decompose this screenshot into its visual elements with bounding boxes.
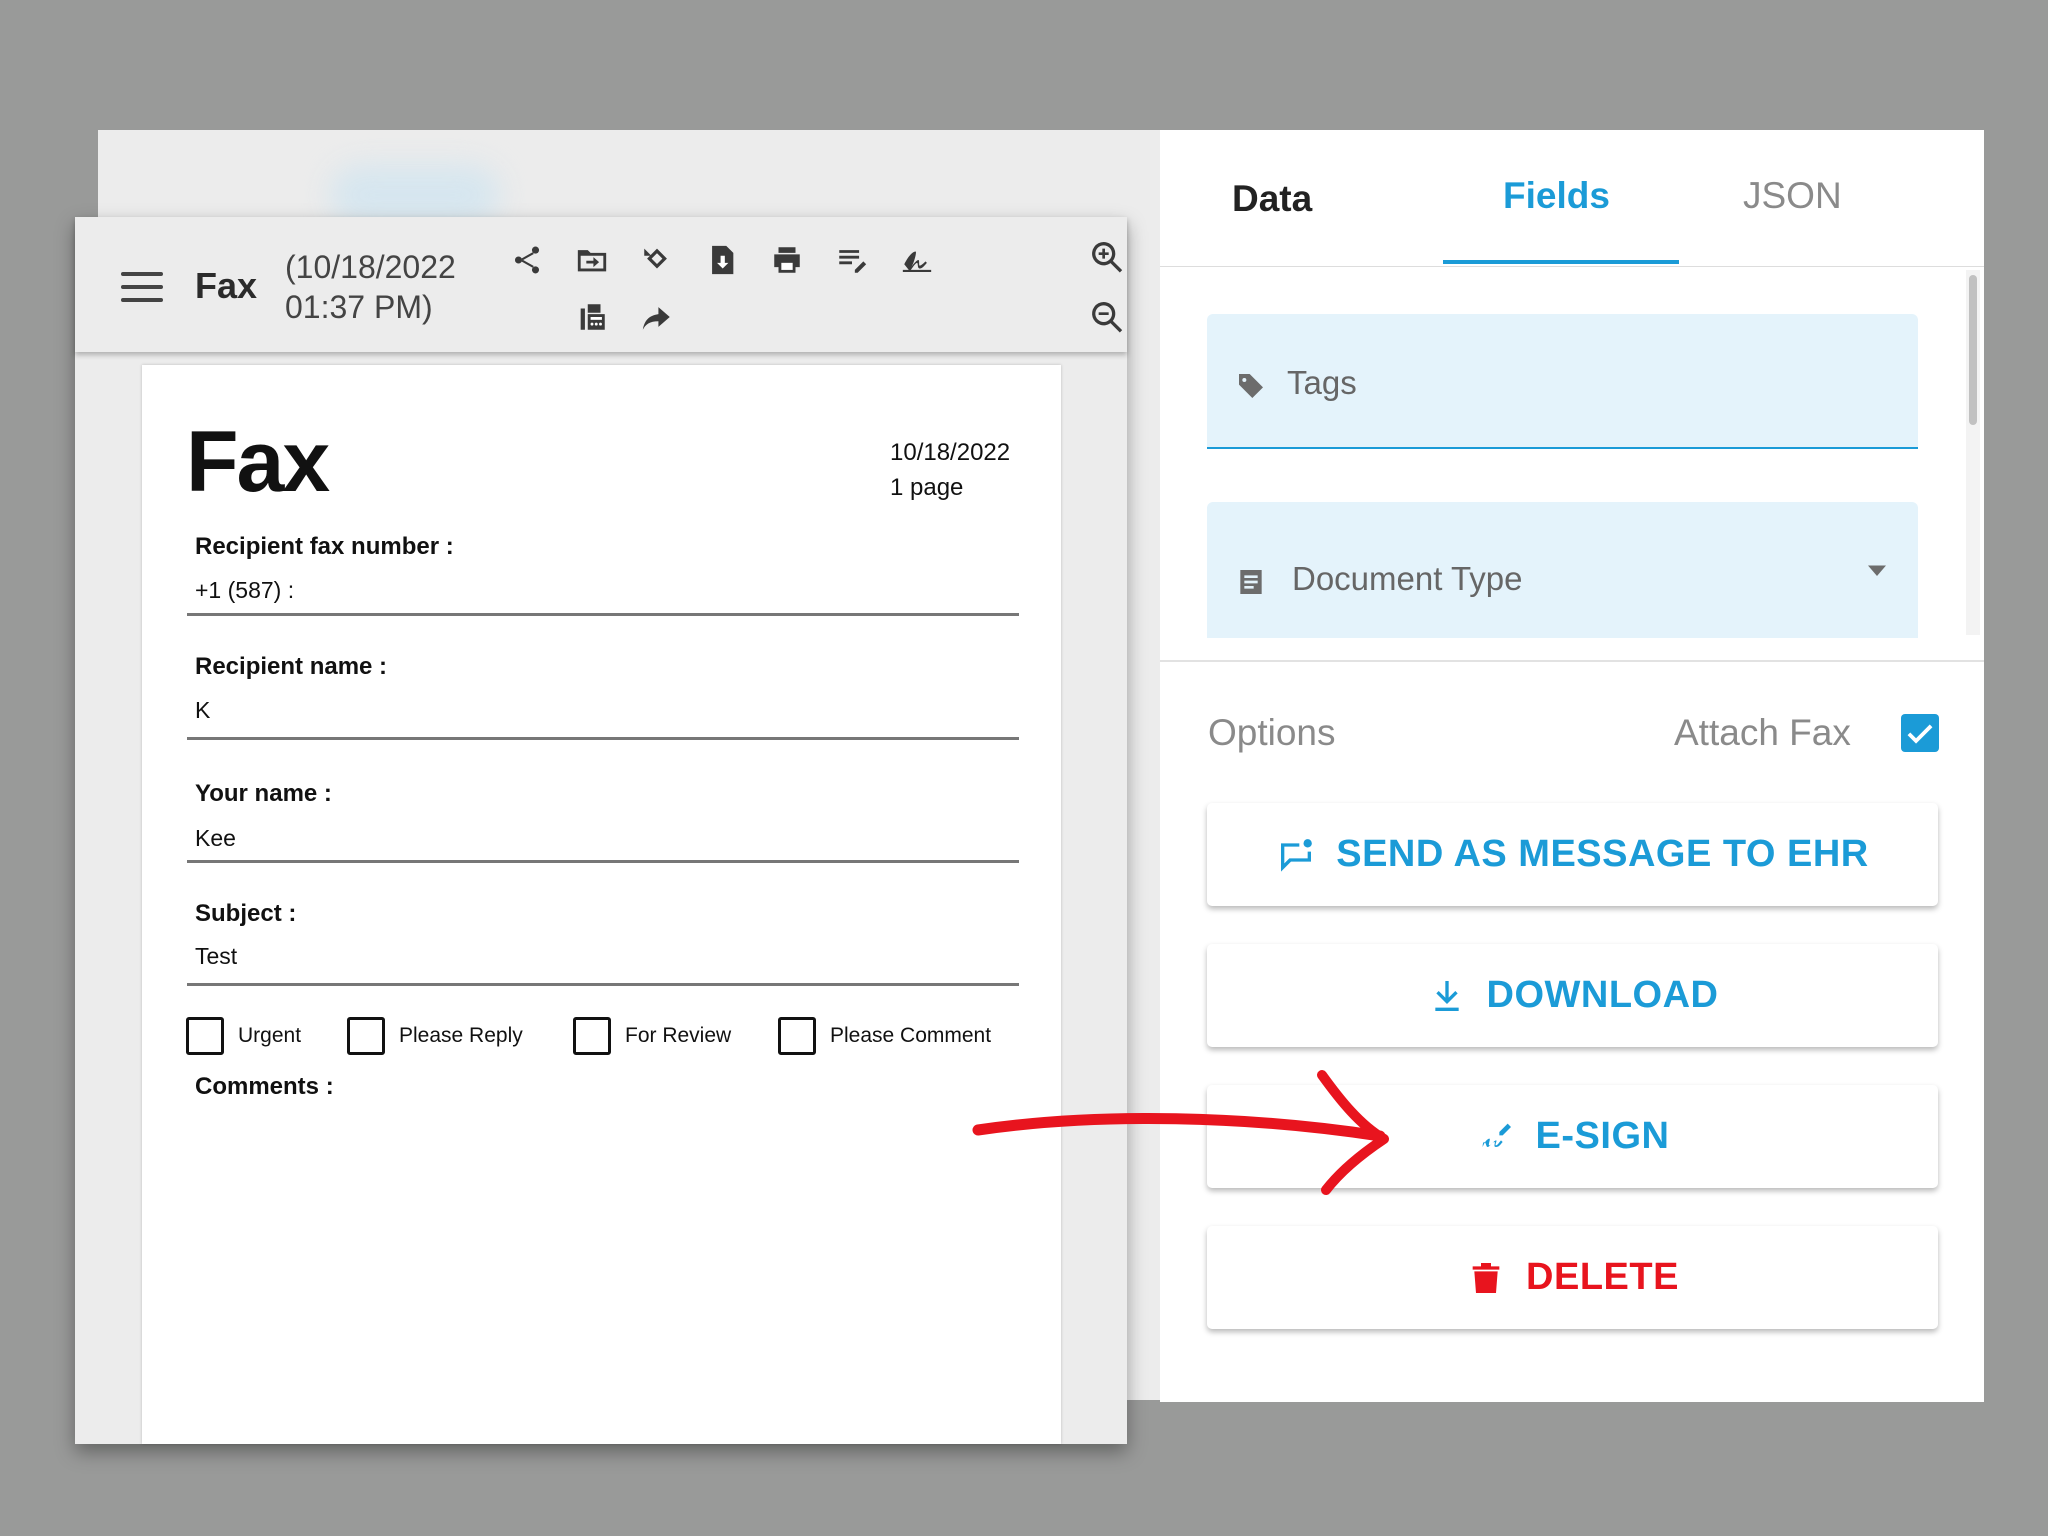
recipient-name-label: Recipient name : xyxy=(195,653,388,680)
recipient-fax-label: Recipient fax number : xyxy=(195,533,454,560)
download-button[interactable]: DOWNLOAD xyxy=(1207,944,1938,1047)
zoom-out-icon[interactable] xyxy=(1087,297,1127,337)
download-icon xyxy=(1434,980,1459,1011)
tags-placeholder: Tags xyxy=(1287,364,1357,401)
viewer-date: (10/18/2022 01:37 PM) xyxy=(285,249,456,325)
delete-label: DELETE xyxy=(1526,1256,1679,1298)
forward-icon[interactable] xyxy=(637,297,677,337)
fax-document-page: Fax 10/18/2022 1 page Recipient fax numb… xyxy=(142,365,1061,1444)
subject-label: Subject : xyxy=(195,900,297,927)
send-to-ehr-button[interactable]: SEND AS MESSAGE TO EHR xyxy=(1207,803,1938,906)
fax-viewer: Fax (10/18/2022 01:37 PM) Fax 10/18/2022… xyxy=(75,217,1127,1444)
fax-machine-icon[interactable] xyxy=(572,297,612,337)
move-to-folder-icon[interactable] xyxy=(572,240,612,280)
document-pages: 1 page xyxy=(890,474,964,501)
field-underline xyxy=(187,983,1019,986)
field-underline xyxy=(187,613,1019,616)
document-type-select[interactable]: Document Type xyxy=(1207,502,1918,638)
print-icon[interactable] xyxy=(767,240,807,280)
rotate-icon[interactable] xyxy=(637,240,677,280)
recipient-fax-value: +1 (587) : xyxy=(195,577,295,603)
checkmark-icon xyxy=(1907,724,1933,744)
viewer-toolbar: Fax (10/18/2022 01:37 PM) xyxy=(75,217,1127,352)
tab-data[interactable]: Data xyxy=(1232,178,1312,220)
checkbox-for-review: For Review xyxy=(573,1017,731,1055)
scrollbar-thumb[interactable] xyxy=(1969,275,1977,425)
share-icon[interactable] xyxy=(507,240,547,280)
message-icon xyxy=(1281,838,1313,872)
comments-label: Comments : xyxy=(195,1073,334,1100)
tab-json[interactable]: JSON xyxy=(1743,175,1842,217)
options-label: Options xyxy=(1208,712,1336,753)
field-underline xyxy=(187,737,1019,740)
tags-input[interactable]: Tags xyxy=(1207,314,1918,449)
checkbox-urgent: Urgent xyxy=(186,1017,301,1055)
your-name-label: Your name : xyxy=(195,780,332,807)
subject-value: Test xyxy=(195,943,238,969)
e-sign-button[interactable]: E-SIGN xyxy=(1207,1085,1938,1188)
document-date: 10/18/2022 xyxy=(890,439,1011,466)
chevron-down-icon xyxy=(1868,565,1886,576)
recipient-name-value: K xyxy=(195,697,211,723)
active-tab-indicator xyxy=(1443,260,1679,264)
viewer-title: Fax xyxy=(195,265,258,306)
edit-notes-icon[interactable] xyxy=(832,240,872,280)
file-download-icon[interactable] xyxy=(702,240,742,280)
field-underline xyxy=(187,860,1019,863)
signature-icon xyxy=(1482,1123,1511,1147)
tabs-divider xyxy=(1160,266,1984,267)
side-panel: Data Fields JSON Tags Document Type Opti… xyxy=(1160,130,1984,1402)
trash-icon xyxy=(1472,1262,1500,1293)
blurred-background-element xyxy=(330,165,500,225)
tab-fields[interactable]: Fields xyxy=(1503,175,1610,217)
attach-fax-label: Attach Fax xyxy=(1674,712,1851,753)
document-title: Fax xyxy=(186,414,330,510)
attach-fax-checkbox[interactable] xyxy=(1901,714,1939,752)
send-to-ehr-label: SEND AS MESSAGE TO EHR xyxy=(1336,833,1869,875)
menu-icon[interactable] xyxy=(121,272,163,302)
download-label: DOWNLOAD xyxy=(1486,974,1719,1016)
zoom-in-icon[interactable] xyxy=(1087,237,1127,277)
signature-icon[interactable] xyxy=(897,240,937,280)
document-meta: 10/18/2022 1 page xyxy=(890,435,1010,505)
your-name-value: Kee xyxy=(195,825,236,851)
section-divider xyxy=(1160,660,1984,662)
tag-icon xyxy=(1239,374,1263,398)
delete-button[interactable]: DELETE xyxy=(1207,1226,1938,1329)
e-sign-label: E-SIGN xyxy=(1535,1115,1670,1157)
scrollbar[interactable] xyxy=(1966,270,1980,635)
checkbox-please-comment: Please Comment xyxy=(778,1017,991,1055)
document-type-placeholder: Document Type xyxy=(1292,560,1523,597)
checkbox-please-reply: Please Reply xyxy=(347,1017,523,1055)
document-icon xyxy=(1240,570,1262,594)
